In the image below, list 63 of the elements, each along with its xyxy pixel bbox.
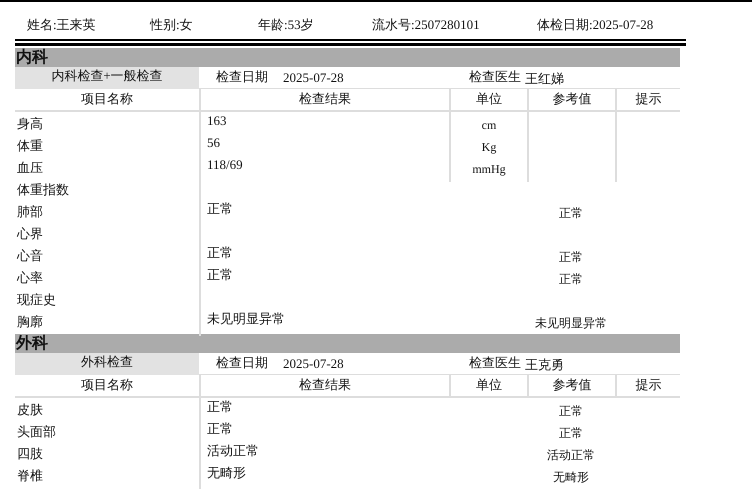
item-name: 心音 [16, 247, 44, 265]
result-value: 118/69 [207, 157, 243, 172]
column-header: 参考值 [527, 89, 615, 110]
section-title: 外科 [15, 334, 680, 353]
result-value: 正常 [207, 399, 233, 414]
item-name: 现症史 [16, 291, 57, 309]
result-value: 正常 [207, 245, 233, 260]
reference-value: 正常 [559, 272, 583, 286]
column-header: 单位 [449, 375, 527, 396]
doctor-label: 检查医生 [468, 354, 522, 372]
item-name: 胸廓 [16, 313, 44, 331]
column-header: 提示 [615, 89, 680, 110]
result-value: 无畸形 [207, 465, 246, 480]
unit-value: mmHg [472, 162, 506, 176]
column-header: 检查结果 [199, 375, 449, 396]
item-name: 心率 [16, 269, 44, 287]
column-header: 检查结果 [199, 89, 449, 110]
date-label: 检查日期 [215, 68, 269, 86]
exam-name: 内科检查+一般检查 [15, 67, 199, 89]
column-header: 项目名称 [80, 90, 134, 108]
item-name: 脊椎 [16, 467, 44, 485]
item-name: 血压 [16, 159, 44, 177]
result-value: 正常 [207, 201, 233, 216]
reference-value: 正常 [559, 250, 583, 264]
item-name: 体重 [16, 137, 44, 155]
result-value: 正常 [207, 267, 233, 282]
item-name: 肺部 [16, 203, 44, 221]
item-name: 四肢 [16, 445, 44, 463]
unit-value: cm [482, 118, 496, 132]
exam-date: 2025-07-28 [282, 355, 345, 372]
date-label: 检查日期 [215, 354, 269, 372]
reference-value: 活动正常 [547, 448, 595, 462]
reference-value: 正常 [559, 404, 583, 418]
reference-value: 正常 [559, 426, 583, 440]
reference-value: 正常 [559, 206, 583, 220]
result-value: 56 [207, 135, 220, 150]
reference-value: 未见明显异常 [535, 316, 607, 330]
column-header: 参考值 [527, 375, 615, 396]
doctor-name: 王红娣 [525, 70, 565, 88]
exam-name: 外科检查 [15, 353, 199, 375]
item-name: 皮肤 [16, 401, 44, 419]
section-title: 内科 [15, 48, 680, 67]
item-name: 体重指数 [16, 181, 70, 199]
exam-date: 2025-07-28 [282, 69, 345, 86]
result-value: 正常 [207, 421, 233, 436]
item-name: 头面部 [16, 423, 57, 441]
item-name: 身高 [16, 115, 44, 133]
doctor-name: 王克勇 [525, 356, 565, 374]
column-header: 单位 [449, 89, 527, 110]
column-header: 项目名称 [80, 376, 134, 394]
doctor-label: 检查医生 [468, 68, 522, 86]
reference-value: 无畸形 [553, 470, 589, 484]
patient-field: 流水号:2507280101 [372, 16, 537, 38]
patient-field: 姓名:王来英 [27, 16, 150, 38]
result-value: 未见明显异常 [207, 311, 285, 326]
unit-value: Kg [482, 140, 496, 154]
item-name: 心界 [16, 225, 44, 243]
patient-field: 体检日期:2025-07-28 [537, 16, 697, 38]
patient-field: 性别:女 [150, 16, 258, 38]
result-value: 163 [207, 113, 226, 128]
patient-field: 年龄:53岁 [258, 16, 372, 38]
result-value: 活动正常 [207, 443, 259, 458]
column-header: 提示 [615, 375, 680, 396]
